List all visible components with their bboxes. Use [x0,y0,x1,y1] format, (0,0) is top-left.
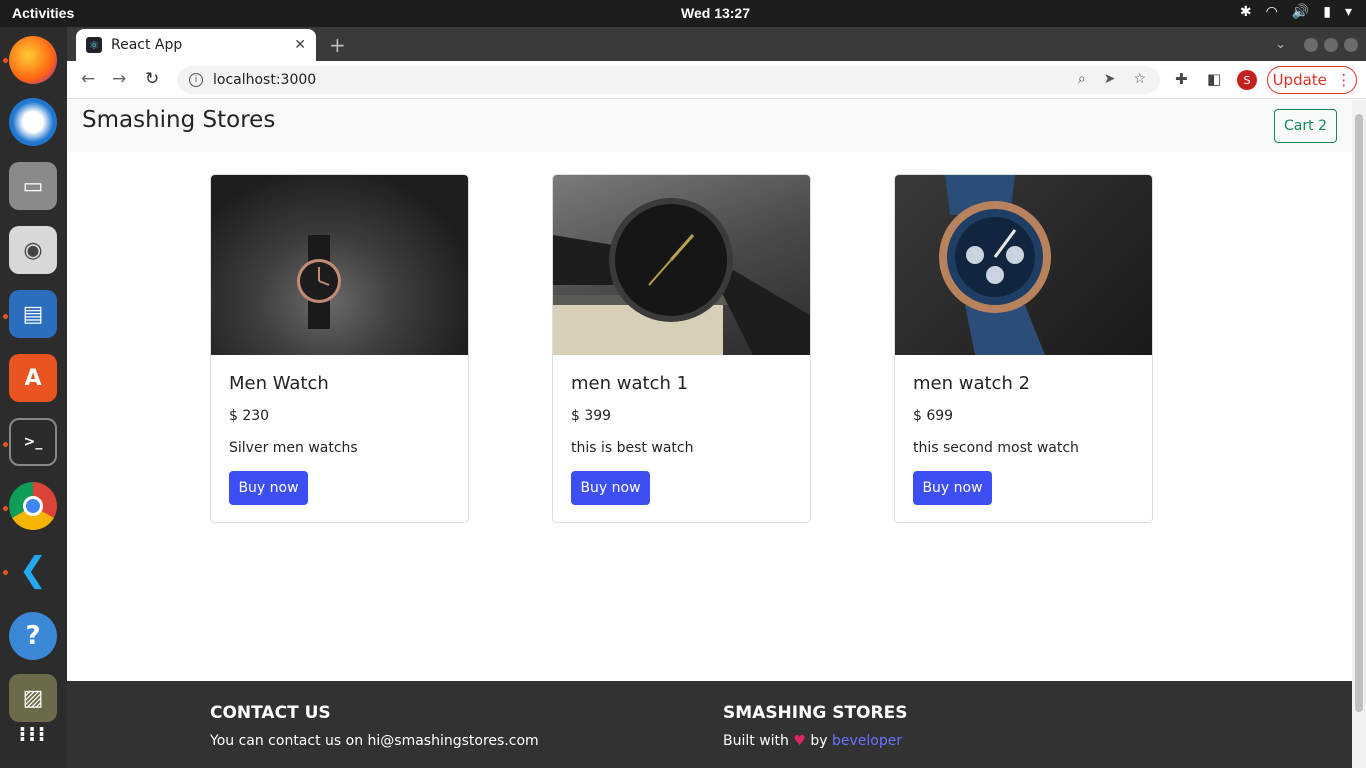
help-icon[interactable]: ? [9,612,57,660]
clock[interactable]: Wed 13:27 [681,5,750,21]
author-link[interactable]: beveloper [832,733,902,749]
brand-link[interactable]: Smashing Stores [82,107,275,133]
built-with-text: Built with ♥ by beveloper [723,733,902,749]
product-card: Men Watch $ 230 Silver men watchs Buy no… [210,174,469,523]
firefox-icon[interactable] [9,36,57,84]
product-title: men watch 2 [913,373,1031,394]
address-bar[interactable]: i localhost:3000 ⌕ ➤ ☆ [177,66,1160,94]
terminal-icon[interactable]: >_ [9,418,57,466]
running-indicator [3,506,8,511]
tab-search-icon[interactable]: ⌄ [1275,37,1286,52]
extensions-icon[interactable]: ✚ [1175,70,1188,88]
product-price: $ 699 [913,408,954,424]
thunderbird-icon[interactable] [9,98,57,146]
show-apps-icon[interactable]: ⁝⁝⁝ [9,710,57,758]
product-card: men watch 1 $ 399 this is best watch Buy… [552,174,811,523]
page-scrollbar[interactable] [1352,100,1366,768]
product-price: $ 230 [229,408,270,424]
watch-icon [939,175,1051,355]
activities-button[interactable]: Activities [12,5,74,21]
close-icon[interactable]: ✕ [294,37,306,53]
slack-icon[interactable]: ✱ [1240,4,1252,20]
vscode-icon[interactable]: ❮ [9,546,57,594]
info-icon[interactable]: i [189,73,203,87]
react-icon: ⚛ [86,37,102,53]
volume-icon: 🔊 [1291,4,1310,20]
writer-icon[interactable]: ▤ [9,290,57,338]
forward-icon[interactable]: → [112,69,126,89]
maximize-button[interactable] [1324,37,1338,52]
running-indicator [3,58,8,63]
product-card: men watch 2 $ 699 this second most watch… [894,174,1153,523]
site-footer: CONTACT US You can contact us on hi@smas… [67,681,1352,768]
buy-now-button[interactable]: Buy now [229,471,308,505]
wifi-icon: ◠ [1265,4,1278,20]
product-title: men watch 1 [571,373,689,394]
running-indicator [3,442,8,447]
rhythmbox-icon[interactable]: ◉ [9,226,57,274]
browser-window: ⚛ React App ✕ + ⌄ ← → ↻ i localhost:3000… [67,27,1366,768]
window-controls: ⌄ [1275,37,1358,52]
send-icon[interactable]: ➤ [1104,71,1116,87]
product-description: this second most watch [913,440,1079,456]
software-center-icon[interactable]: A [9,354,57,402]
buy-now-button[interactable]: Buy now [571,471,650,505]
close-window-button[interactable] [1344,37,1358,52]
files-icon[interactable]: ▭ [9,162,57,210]
url-text[interactable]: localhost:3000 [213,72,316,88]
battery-icon: ▮ [1323,4,1331,20]
contact-heading: CONTACT US [210,703,331,723]
watch-icon [297,235,341,329]
update-button[interactable]: Update ⋮ [1267,66,1357,94]
cart-button[interactable]: Cart 2 [1274,109,1337,143]
tab-title: React App [111,37,183,53]
web-page: Smashing Stores Cart 2 Men Watch $ 230 S… [67,100,1352,768]
side-panel-icon[interactable]: ◧ [1207,70,1221,88]
tab-strip: ⚛ React App ✕ + ⌄ [67,27,1366,61]
system-tray[interactable]: ✱ ◠ 🔊 ▮ ▾ [1240,4,1352,20]
back-icon[interactable]: ← [81,69,95,89]
scrollbar-thumb[interactable] [1355,114,1363,712]
bookmark-star-icon[interactable]: ☆ [1133,71,1146,87]
product-image [211,175,468,355]
site-navbar: Smashing Stores Cart 2 [67,100,1352,152]
minimize-button[interactable] [1304,37,1318,52]
product-description: Silver men watchs [229,440,358,456]
product-price: $ 399 [571,408,612,424]
buy-now-button[interactable]: Buy now [913,471,992,505]
built-by-word: by [810,733,828,749]
product-image [553,175,810,355]
system-top-bar: Activities Wed 13:27 ✱ ◠ 🔊 ▮ ▾ [0,0,1366,27]
running-indicator [3,314,8,319]
chevron-down-icon: ▾ [1344,4,1352,20]
chrome-icon[interactable] [9,482,57,530]
browser-toolbar: ← → ↻ i localhost:3000 ⌕ ➤ ☆ ✚ ◧ S Updat… [67,61,1366,99]
built-with-prefix: Built with [723,733,789,749]
watch-icon [553,198,810,355]
new-tab-button[interactable]: + [329,33,346,57]
contact-text: You can contact us on hi@smashingstores.… [210,733,539,749]
reload-icon[interactable]: ↻ [145,69,159,89]
update-label: Update [1272,71,1327,89]
footer-brand-heading: SMASHING STORES [723,703,908,723]
heart-icon: ♥ [793,733,806,749]
running-indicator [3,570,8,575]
profile-avatar[interactable]: S [1237,70,1257,90]
tab-react-app[interactable]: ⚛ React App ✕ [76,29,316,61]
product-description: this is best watch [571,440,694,456]
zoom-icon[interactable]: ⌕ [1078,71,1086,87]
dock: ▭ ◉ ▤ A >_ ❮ ? ▨ ⁝⁝⁝ [0,27,67,768]
product-image [895,175,1152,355]
product-title: Men Watch [229,373,329,394]
